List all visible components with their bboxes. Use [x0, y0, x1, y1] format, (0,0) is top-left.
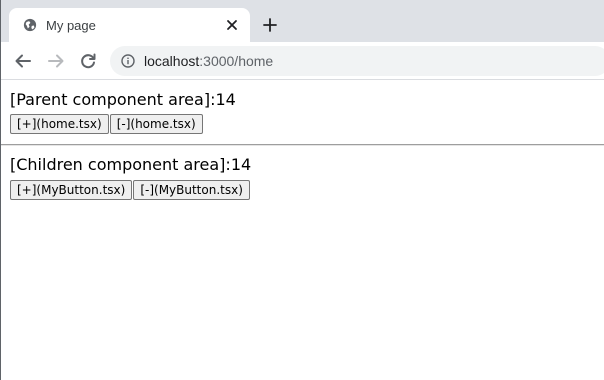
browser-toolbar: localhost:3000/home [1, 42, 604, 80]
parent-decrement-button[interactable]: [-](home.tsx) [109, 114, 203, 134]
url-path: :3000/home [199, 53, 274, 69]
reload-icon[interactable] [79, 52, 97, 70]
new-tab-icon[interactable] [262, 17, 278, 33]
parent-area-title: [Parent component area]:14 [10, 90, 236, 110]
back-icon[interactable] [14, 52, 32, 70]
globe-icon [23, 18, 37, 32]
url-host: localhost [144, 53, 200, 69]
horizontal-divider [1, 144, 604, 146]
children-area-title: [Children component area]:14 [10, 155, 251, 175]
address-bar[interactable]: localhost:3000/home [110, 46, 604, 76]
browser-window: My page localhost:3000/home [Parent comp… [0, 0, 604, 380]
children-button-row: [+](MyButton.tsx) [-](MyButton.tsx) [10, 180, 251, 200]
tab-strip: My page [1, 0, 604, 42]
close-tab-icon[interactable] [225, 18, 239, 32]
children-decrement-button[interactable]: [-](MyButton.tsx) [133, 180, 250, 200]
tab-my-page[interactable]: My page [9, 8, 250, 42]
parent-increment-button[interactable]: [+](home.tsx) [10, 114, 109, 134]
info-icon[interactable] [121, 54, 135, 68]
children-increment-button[interactable]: [+](MyButton.tsx) [10, 180, 133, 200]
parent-button-row: [+](home.tsx) [-](home.tsx) [10, 114, 204, 134]
children-area-count: 14 [230, 155, 252, 174]
tab-title: My page [46, 18, 96, 33]
url-text: localhost:3000/home [144, 53, 273, 70]
forward-icon[interactable] [47, 52, 65, 70]
children-area-label: [Children component area]: [10, 155, 231, 174]
parent-area-label: [Parent component area]: [10, 90, 216, 109]
page-content: [Parent component area]:14 [+](home.tsx)… [1, 81, 604, 380]
parent-area-count: 14 [215, 90, 236, 109]
